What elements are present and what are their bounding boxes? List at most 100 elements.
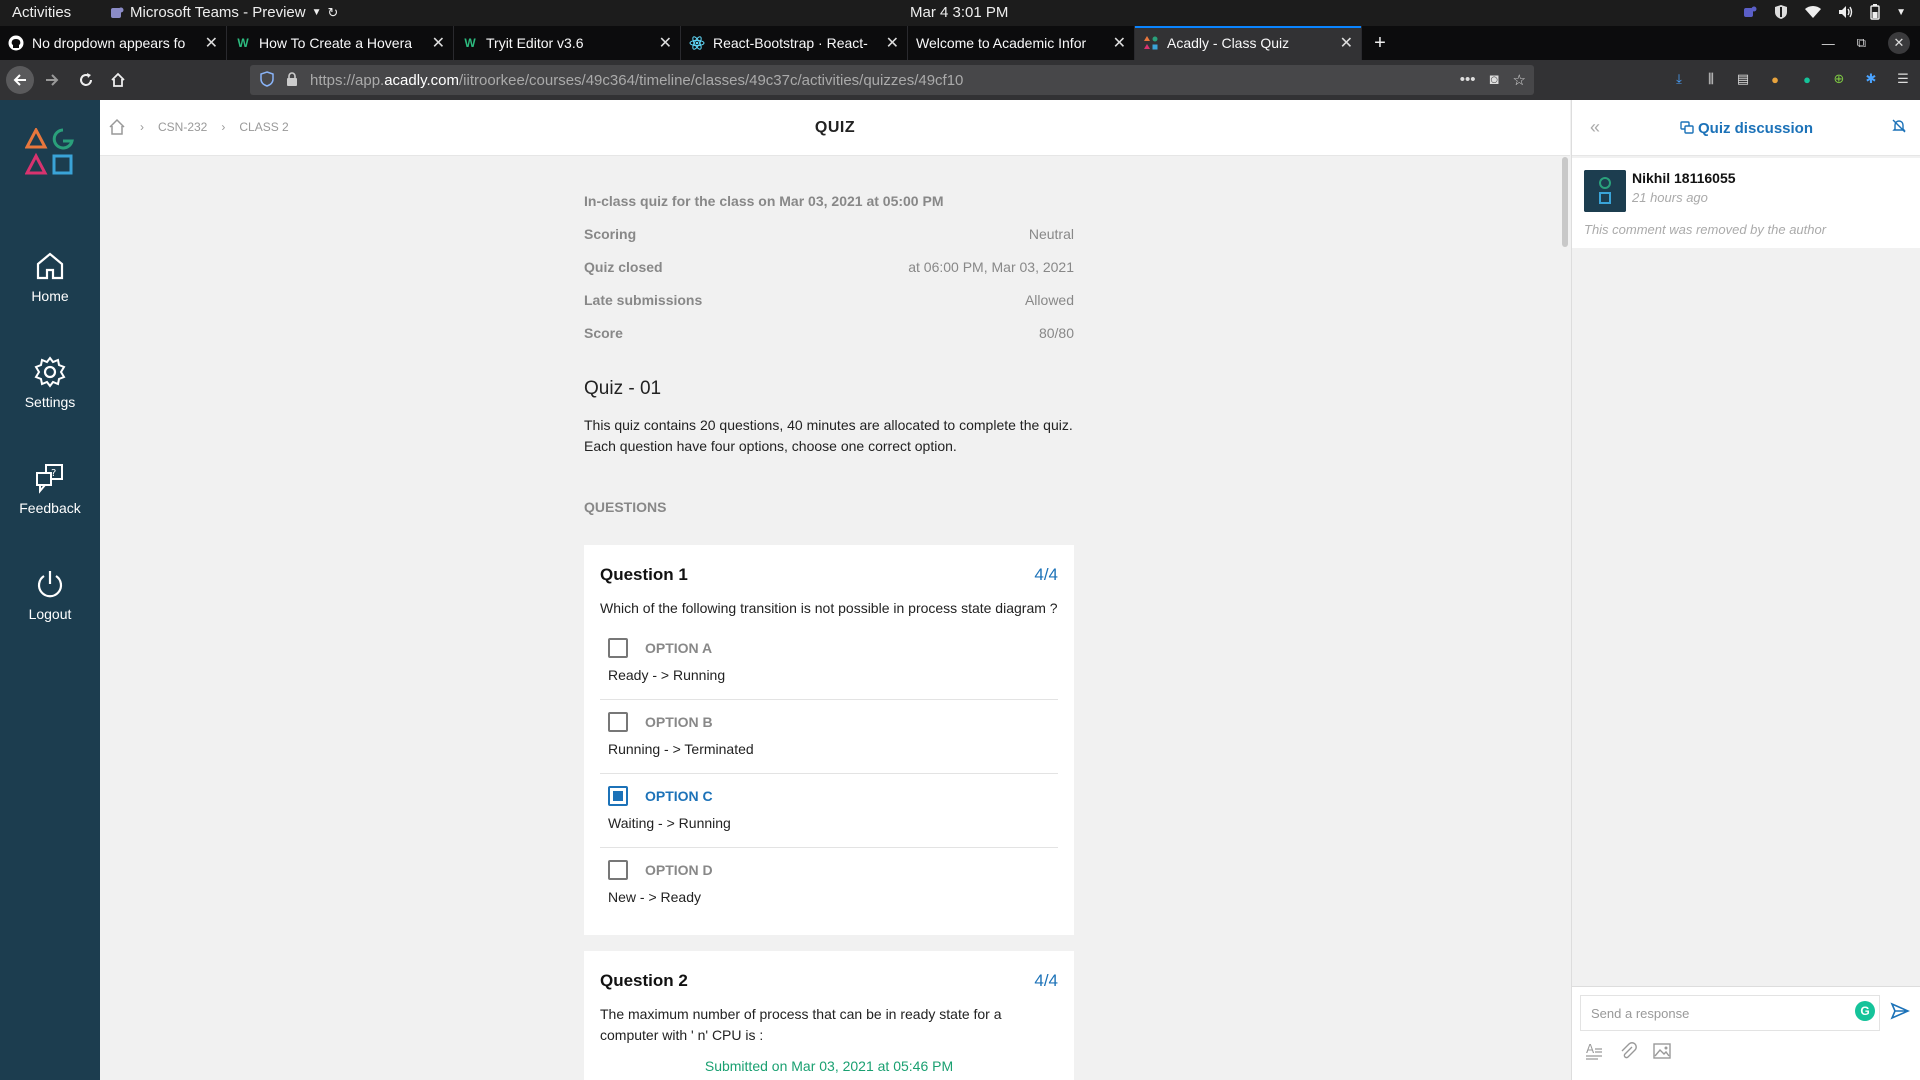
app-menu-label: Microsoft Teams - Preview bbox=[130, 4, 306, 21]
text-format-icon[interactable]: A bbox=[1584, 1041, 1604, 1061]
option-c[interactable]: OPTION C Waiting - > Running bbox=[600, 774, 1058, 848]
notifications-off-icon[interactable] bbox=[1891, 118, 1907, 134]
library-icon[interactable]: ⫼ bbox=[1702, 70, 1720, 88]
close-tab-icon[interactable]: ✕ bbox=[205, 33, 218, 53]
send-icon[interactable] bbox=[1890, 1001, 1910, 1021]
option-label: OPTION C bbox=[645, 788, 713, 804]
browser-toolbar: ⤓ ⫼ ▤ ● ● ⊕ ✱ ☰ bbox=[1670, 70, 1912, 88]
quiz-description: This quiz contains 20 questions, 40 minu… bbox=[584, 417, 1073, 433]
tab-label: No dropdown appears fo bbox=[32, 35, 186, 51]
menu-icon[interactable]: ☰ bbox=[1894, 70, 1912, 88]
pocket-icon[interactable]: ◙ bbox=[1489, 71, 1498, 89]
info-value: Allowed bbox=[1024, 292, 1074, 308]
lock-icon bbox=[287, 72, 297, 86]
browser-tab[interactable]: Welcome to Academic Infor ✕ bbox=[908, 26, 1135, 60]
browser-tab-active[interactable]: Acadly - Class Quiz ✕ bbox=[1135, 26, 1362, 60]
clock[interactable]: Mar 4 3:01 PM bbox=[910, 4, 1008, 21]
shield-tray-icon bbox=[1775, 5, 1788, 19]
reply-toolbar: A bbox=[1584, 1041, 1672, 1061]
tab-label: How To Create a Hovera bbox=[259, 35, 413, 51]
feedback-icon: ? bbox=[36, 464, 63, 494]
extension-gear-icon[interactable]: ✱ bbox=[1862, 70, 1880, 88]
question-score: 4/4 bbox=[1034, 971, 1058, 990]
main-content: In-class quiz for the class on Mar 03, 2… bbox=[100, 157, 1570, 1080]
battery-icon bbox=[1870, 4, 1880, 20]
close-window-icon[interactable]: ✕ bbox=[1888, 32, 1910, 54]
sidebar-item-settings[interactable]: Settings bbox=[0, 356, 100, 410]
system-top-bar: Activities Microsoft Teams - Preview ▼ ↻… bbox=[0, 0, 1920, 26]
chevron-down-icon: ▼ bbox=[1896, 6, 1906, 18]
forward-button[interactable] bbox=[38, 66, 66, 94]
new-tab-button[interactable]: + bbox=[1362, 26, 1398, 60]
url-actions: ••• ◙ ☆ bbox=[1460, 71, 1526, 89]
app-sidebar: Home Settings ? Feedback Logout bbox=[0, 100, 100, 1080]
sidebar-item-logout[interactable]: Logout bbox=[0, 568, 100, 622]
acadly-icon bbox=[1143, 35, 1159, 51]
option-label: OPTION A bbox=[645, 640, 713, 656]
option-text: Waiting - > Running bbox=[608, 815, 731, 831]
w3schools-icon: W bbox=[237, 36, 249, 50]
acadly-logo[interactable] bbox=[25, 128, 75, 178]
option-d[interactable]: OPTION D New - > Ready bbox=[600, 848, 1058, 922]
back-button[interactable] bbox=[6, 66, 34, 94]
sidebar-item-label: Logout bbox=[28, 606, 72, 622]
url-bar[interactable]: https://app.acadly.com/iitroorkee/course… bbox=[250, 65, 1534, 95]
home-button[interactable] bbox=[104, 66, 132, 94]
checkbox-checked[interactable] bbox=[608, 786, 628, 806]
option-b[interactable]: OPTION B Running - > Terminated bbox=[600, 700, 1058, 774]
checkbox[interactable] bbox=[608, 860, 628, 880]
scrollbar-thumb[interactable] bbox=[1562, 157, 1568, 247]
home-icon bbox=[111, 72, 125, 87]
browser-tab[interactable]: No dropdown appears fo ✕ bbox=[0, 26, 227, 60]
extension-plus-icon[interactable]: ⊕ bbox=[1830, 70, 1848, 88]
download-icon[interactable]: ⤓ bbox=[1670, 70, 1688, 88]
discussion-title-text: Quiz discussion bbox=[1697, 120, 1814, 137]
minimize-icon[interactable]: — bbox=[1822, 36, 1835, 51]
extension-icon[interactable]: ● bbox=[1766, 70, 1784, 88]
reply-input[interactable] bbox=[1580, 995, 1880, 1031]
checkbox[interactable] bbox=[608, 638, 628, 658]
checkbox[interactable] bbox=[608, 712, 628, 732]
bookmark-star-icon[interactable]: ☆ bbox=[1513, 71, 1526, 89]
browser-tab[interactable]: W Tryit Editor v3.6 ✕ bbox=[454, 26, 681, 60]
image-icon[interactable] bbox=[1652, 1041, 1672, 1061]
more-actions-icon[interactable]: ••• bbox=[1460, 71, 1476, 89]
close-tab-icon[interactable]: ✕ bbox=[1340, 33, 1353, 53]
system-tray[interactable]: ▼ bbox=[1742, 4, 1906, 20]
sidebar-item-feedback[interactable]: ? Feedback bbox=[0, 462, 100, 516]
arrow-right-icon bbox=[46, 74, 59, 86]
discussion-title: Quiz discussion bbox=[1572, 120, 1920, 137]
svg-text:A: A bbox=[1586, 1042, 1595, 1056]
attachment-icon[interactable] bbox=[1618, 1041, 1638, 1061]
tab-label: Tryit Editor v3.6 bbox=[486, 35, 584, 51]
sidebar-item-label: Home bbox=[31, 288, 69, 304]
avatar bbox=[1584, 170, 1626, 212]
grammarly-extension-icon[interactable]: ● bbox=[1798, 70, 1816, 88]
close-tab-icon[interactable]: ✕ bbox=[432, 33, 445, 53]
close-tab-icon[interactable]: ✕ bbox=[1113, 33, 1126, 53]
question-card: Question 1 4/4 Which of the following tr… bbox=[584, 545, 1074, 935]
info-label: Quiz closed bbox=[584, 259, 663, 275]
github-icon bbox=[8, 35, 24, 51]
teams-tray-icon bbox=[1744, 6, 1757, 17]
activities-button[interactable]: Activities bbox=[12, 4, 71, 21]
info-label: Scoring bbox=[584, 226, 637, 242]
tab-label: React-Bootstrap · React- bbox=[713, 35, 868, 51]
info-value: at 06:00 PM, Mar 03, 2021 bbox=[908, 259, 1074, 275]
discussion-header: « Quiz discussion bbox=[1572, 100, 1920, 156]
app-menu[interactable]: Microsoft Teams - Preview ▼ ↻ bbox=[110, 4, 338, 21]
sidebar-toggle-icon[interactable]: ▤ bbox=[1734, 70, 1752, 88]
tracking-shield-icon bbox=[260, 71, 274, 87]
close-tab-icon[interactable]: ✕ bbox=[659, 33, 672, 53]
reload-button[interactable] bbox=[72, 66, 100, 94]
comment-text: This comment was removed by the author bbox=[1584, 222, 1827, 237]
question-text: Which of the following transition is not… bbox=[600, 600, 1058, 616]
sidebar-item-label: Feedback bbox=[19, 500, 81, 516]
option-a[interactable]: OPTION A Ready - > Running bbox=[600, 626, 1058, 700]
close-tab-icon[interactable]: ✕ bbox=[886, 33, 899, 53]
grammarly-icon[interactable]: G bbox=[1855, 1001, 1875, 1021]
browser-tab[interactable]: W How To Create a Hovera ✕ bbox=[227, 26, 454, 60]
restore-icon[interactable]: ⧉ bbox=[1857, 35, 1866, 51]
browser-tab[interactable]: React-Bootstrap · React- ✕ bbox=[681, 26, 908, 60]
sidebar-item-home[interactable]: Home bbox=[0, 250, 100, 304]
